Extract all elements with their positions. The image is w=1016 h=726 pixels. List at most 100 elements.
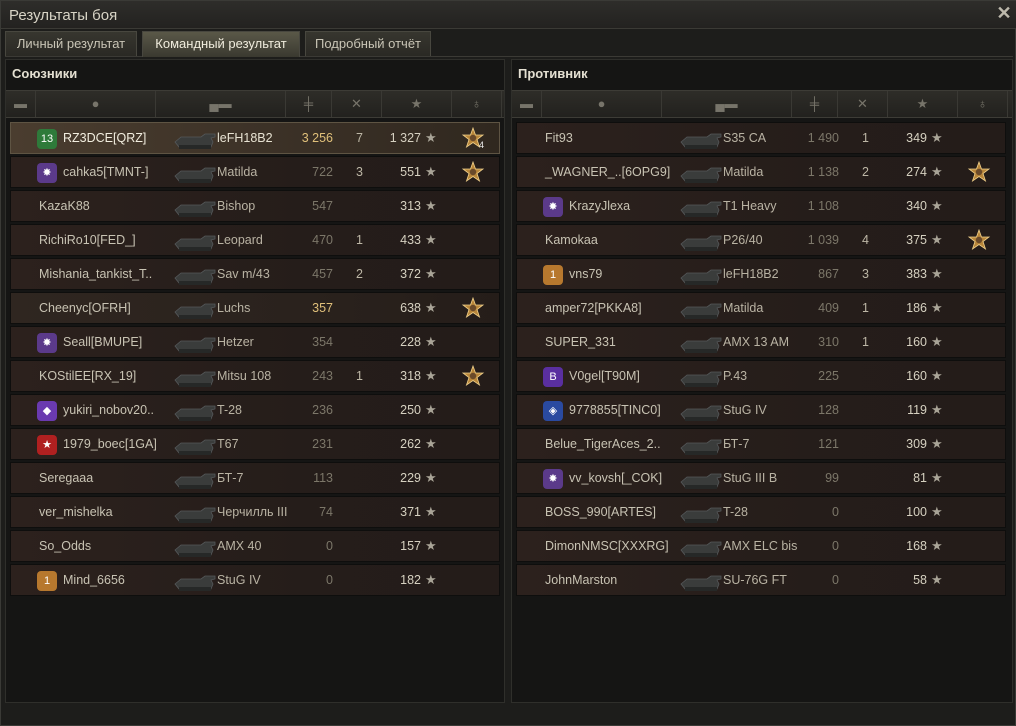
medal-icon[interactable]: ♁ (958, 91, 1008, 117)
frags-icon[interactable]: ✕ (332, 91, 382, 117)
damage-icon[interactable]: ╪ (286, 91, 332, 117)
player-name[interactable]: cahka5[TMNT-] (63, 165, 148, 179)
player-name[interactable]: amper72[PKKA8] (545, 301, 642, 315)
tank-icon (677, 228, 725, 254)
frags-value: 1 (862, 301, 869, 315)
vehicle-name: T67 (217, 437, 239, 451)
medal-icon[interactable] (461, 364, 485, 389)
player-name[interactable]: Seall[BMUPE] (63, 335, 142, 349)
damage-value: 354 (312, 335, 333, 349)
player-row[interactable]: amper72[PKKA8] Matilda 409 1 186 ★ (516, 292, 1006, 324)
star-icon: ★ (931, 334, 943, 349)
player-row[interactable]: Mishania_tankist_T.. Sav m/43 457 2 372 ★ (10, 258, 500, 290)
xp-icon[interactable]: ★ (888, 91, 958, 117)
xp-value: 81 (913, 471, 927, 485)
player-row[interactable]: ✸ vv_kovsh[_COK] StuG III B 99 81 ★ (516, 462, 1006, 494)
vehicle-name: Matilda (723, 165, 764, 179)
tank-icon (677, 262, 725, 288)
frags-value: 2 (356, 267, 363, 281)
player-name[interactable]: KrazyJlexa (569, 199, 630, 213)
player-name[interactable]: Cheenyc[OFRH] (39, 301, 131, 315)
medal-icon[interactable] (967, 228, 991, 253)
player-row[interactable]: ◆ yukiri_nobov20.. T-28 236 250 ★ (10, 394, 500, 426)
player-row[interactable]: Cheenyc[OFRH] Luchs 357 638 ★ (10, 292, 500, 324)
player-badge-icon: 1 (37, 571, 57, 591)
player-name[interactable]: 9778855[TINC0] (569, 403, 661, 417)
player-row[interactable]: ★ 1979_boec[1GA] T67 231 262 ★ (10, 428, 500, 460)
player-name[interactable]: 1979_boec[1GA] (63, 437, 157, 451)
xp-value: 433 (400, 233, 421, 247)
player-row[interactable]: ◈ 9778855[TINC0] StuG IV 128 119 ★ (516, 394, 1006, 426)
player-name[interactable]: vv_kovsh[_COK] (569, 471, 662, 485)
player-name[interactable]: vns79 (569, 267, 602, 281)
player-row[interactable]: DimonNMSC[XXXRG] AMX ELC bis 0 168 ★ (516, 530, 1006, 562)
player-name[interactable]: RZ3DCE[QRZ] (63, 131, 146, 145)
frags-icon[interactable]: ✕ (838, 91, 888, 117)
tank-icon (677, 160, 725, 186)
damage-value: 357 (312, 301, 333, 315)
player-row[interactable]: 1 Mind_6656 StuG IV 0 182 ★ (10, 564, 500, 596)
player-row[interactable]: B V0gel[T90M] P.43 225 160 ★ (516, 360, 1006, 392)
player-name[interactable]: JohnMarston (545, 573, 617, 587)
player-name[interactable]: BOSS_990[ARTES] (545, 505, 656, 519)
player-row[interactable]: ✸ KrazyJlexa T1 Heavy 1 108 340 ★ (516, 190, 1006, 222)
player-row[interactable]: BOSS_990[ARTES] T-28 0 100 ★ (516, 496, 1006, 528)
player-name[interactable]: DimonNMSC[XXXRG] (545, 539, 669, 553)
medal-icon[interactable]: ♁ (452, 91, 502, 117)
player-name[interactable]: Fit93 (545, 131, 573, 145)
tank-icon (677, 364, 725, 390)
xp-value: 371 (400, 505, 421, 519)
medal-icon[interactable] (461, 160, 485, 185)
player-name[interactable]: yukiri_nobov20.. (63, 403, 154, 417)
medal-icon[interactable] (967, 160, 991, 185)
player-name[interactable]: Mind_6656 (63, 573, 125, 587)
tab-team-result[interactable]: Командный результат (142, 31, 300, 57)
player-row[interactable]: JohnMarston SU-76G FT 0 58 ★ (516, 564, 1006, 596)
tank-icon[interactable]: ▄▬ (662, 91, 792, 117)
player-name[interactable]: Mishania_tankist_T.. (39, 267, 152, 281)
player-name[interactable]: Seregaaa (39, 471, 93, 485)
player-row[interactable]: Fit93 S35 CA 1 490 1 349 ★ (516, 122, 1006, 154)
squad-icon[interactable]: ▬ (512, 91, 542, 117)
player-name[interactable]: SUPER_331 (545, 335, 616, 349)
player-icon[interactable]: ● (36, 91, 156, 117)
player-name[interactable]: Belue_TigerAces_2.. (545, 437, 661, 451)
player-row[interactable]: 13 RZ3DCE[QRZ] leFH18B2 3 256 7 1 327 ★ 4 (10, 122, 500, 154)
tank-icon[interactable]: ▄▬ (156, 91, 286, 117)
tank-icon (171, 330, 219, 356)
player-row[interactable]: ✸ Seall[BMUPE] Hetzer 354 228 ★ (10, 326, 500, 358)
player-row[interactable]: SUPER_331 AMX 13 AM 310 1 160 ★ (516, 326, 1006, 358)
tab-personal-result[interactable]: Личный результат (5, 31, 137, 56)
player-row[interactable]: Seregaaa БТ-7 113 229 ★ (10, 462, 500, 494)
star-icon: ★ (931, 164, 943, 179)
player-row[interactable]: ver_mishelka Черчилль III 74 371 ★ (10, 496, 500, 528)
player-row[interactable]: KOStilEE[RX_19] Mitsu 108 243 1 318 ★ (10, 360, 500, 392)
player-name[interactable]: ver_mishelka (39, 505, 113, 519)
close-icon[interactable]: ✕ (995, 4, 1013, 22)
tab-detailed-report[interactable]: Подробный отчёт (305, 31, 431, 56)
player-row[interactable]: _WAGNER_..[6OPG9] Matilda 1 138 2 274 ★ (516, 156, 1006, 188)
player-name[interactable]: _WAGNER_..[6OPG9] (545, 165, 670, 179)
player-row[interactable]: 1 vns79 leFH18B2 867 3 383 ★ (516, 258, 1006, 290)
squad-icon[interactable]: ▬ (6, 91, 36, 117)
player-row[interactable]: KazaK88 Bishop 547 313 ★ (10, 190, 500, 222)
player-row[interactable]: ✸ cahka5[TMNT-] Matilda 722 3 551 ★ (10, 156, 500, 188)
player-name[interactable]: So_Odds (39, 539, 91, 553)
tab-bar: Личный результат Командный результат Под… (5, 31, 1013, 57)
star-icon: ★ (931, 300, 943, 315)
player-name[interactable]: KazaK88 (39, 199, 90, 213)
player-row[interactable]: RichiRo10[FED_] Leopard 470 1 433 ★ (10, 224, 500, 256)
player-row[interactable]: Kamokaa P26/40 1 039 4 375 ★ (516, 224, 1006, 256)
damage-icon[interactable]: ╪ (792, 91, 838, 117)
player-name[interactable]: RichiRo10[FED_] (39, 233, 136, 247)
player-row[interactable]: Belue_TigerAces_2.. БТ-7 121 309 ★ (516, 428, 1006, 460)
xp-icon[interactable]: ★ (382, 91, 452, 117)
frags-value: 1 (862, 335, 869, 349)
damage-value: 113 (313, 471, 333, 485)
player-row[interactable]: So_Odds AMX 40 0 157 ★ (10, 530, 500, 562)
player-icon[interactable]: ● (542, 91, 662, 117)
player-name[interactable]: KOStilEE[RX_19] (39, 369, 136, 383)
player-name[interactable]: V0gel[T90M] (569, 369, 640, 383)
player-name[interactable]: Kamokaa (545, 233, 598, 247)
medal-icon[interactable] (461, 296, 485, 321)
